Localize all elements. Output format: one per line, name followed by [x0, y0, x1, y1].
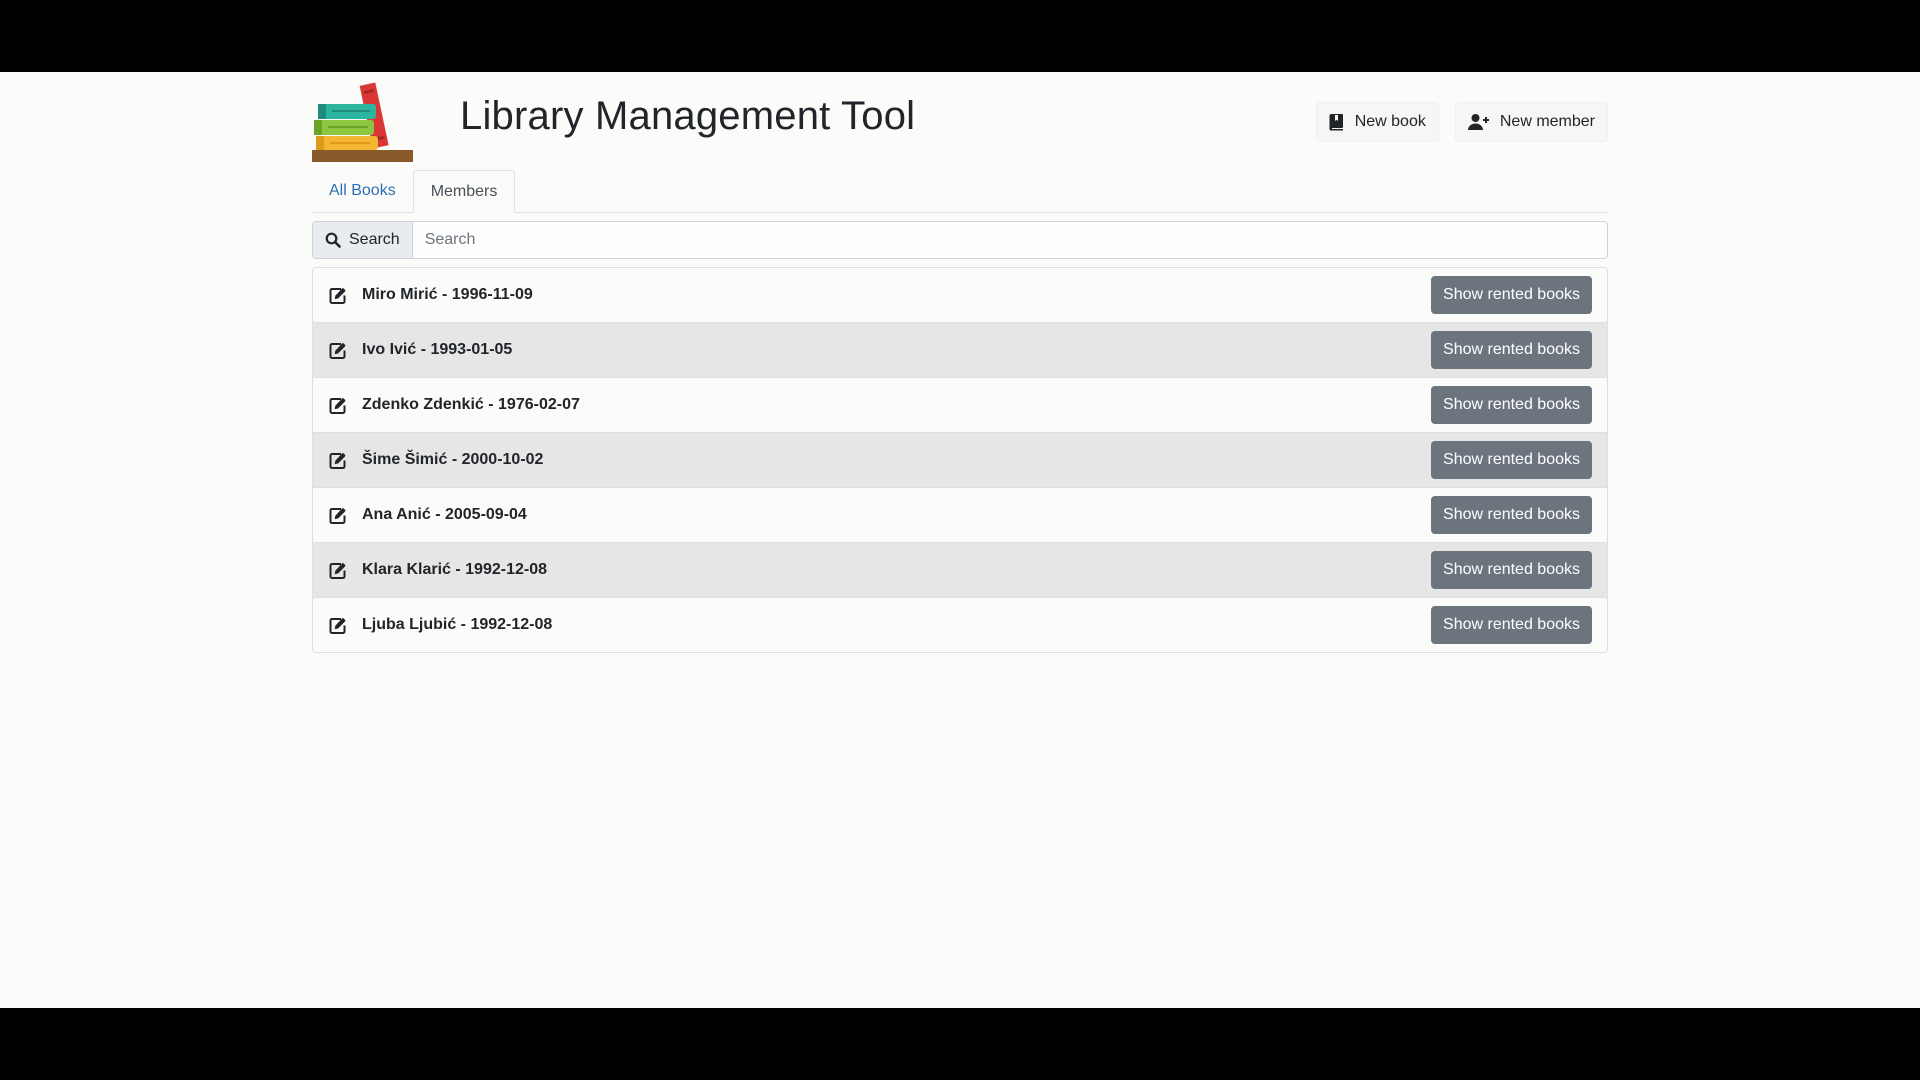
show-rented-books-button[interactable]: Show rented books [1431, 276, 1592, 314]
edit-icon[interactable] [329, 506, 347, 524]
header: Library Management Tool New book New mem… [312, 72, 1608, 168]
edit-icon[interactable] [329, 451, 347, 469]
member-name: Zdenko Zdenkić - 1976-02-07 [362, 396, 580, 413]
members-list: Miro Mirić - 1996-11-09 Show rented book… [312, 267, 1608, 653]
new-member-label: New member [1499, 113, 1595, 130]
page-title: Library Management Tool [460, 94, 916, 138]
search-button-label: Search [349, 231, 400, 248]
edit-icon[interactable] [329, 341, 347, 359]
search-input[interactable] [412, 221, 1608, 259]
member-name: Šime Šimić - 2000-10-02 [362, 451, 544, 468]
show-rented-books-button[interactable]: Show rented books [1431, 496, 1592, 534]
edit-icon[interactable] [329, 286, 347, 304]
search-button[interactable]: Search [312, 221, 413, 259]
member-name: Klara Klarić - 1992-12-08 [362, 561, 547, 578]
user-plus-icon [1467, 114, 1489, 130]
show-rented-books-button[interactable]: Show rented books [1431, 606, 1592, 644]
member-name: Ljuba Ljubić - 1992-12-08 [362, 616, 553, 633]
tab-bar: All Books Members [312, 170, 1608, 213]
book-icon [1329, 114, 1343, 131]
header-actions: New book New member [1315, 102, 1608, 142]
show-rented-books-button[interactable]: Show rented books [1431, 551, 1592, 589]
edit-icon[interactable] [329, 616, 347, 634]
new-book-label: New book [1354, 113, 1426, 130]
top-letterbox [0, 0, 1920, 72]
edit-icon[interactable] [329, 396, 347, 414]
tab-members[interactable]: Members [412, 170, 516, 213]
search-icon [325, 232, 341, 248]
show-rented-books-button[interactable]: Show rented books [1431, 331, 1592, 369]
list-item: Klara Klarić - 1992-12-08 Show rented bo… [313, 543, 1607, 598]
list-item: Ivo Ivić - 1993-01-05 Show rented books [313, 323, 1607, 378]
new-member-button[interactable]: New member [1454, 102, 1608, 142]
app-viewport: Library Management Tool New book New mem… [0, 72, 1920, 1008]
list-item: Ana Anić - 2005-09-04 Show rented books [313, 488, 1607, 543]
bottom-letterbox [0, 1008, 1920, 1080]
new-book-button[interactable]: New book [1315, 102, 1439, 142]
search-bar: Search [312, 221, 1608, 259]
member-name: Ivo Ivić - 1993-01-05 [362, 341, 513, 358]
tab-all-books[interactable]: All Books [312, 170, 413, 211]
show-rented-books-button[interactable]: Show rented books [1431, 386, 1592, 424]
list-item: Miro Mirić - 1996-11-09 Show rented book… [313, 268, 1607, 323]
main-container: Library Management Tool New book New mem… [312, 72, 1608, 653]
edit-icon[interactable] [329, 561, 347, 579]
show-rented-books-button[interactable]: Show rented books [1431, 441, 1592, 479]
list-item: Šime Šimić - 2000-10-02 Show rented book… [313, 433, 1607, 488]
list-item: Zdenko Zdenkić - 1976-02-07 Show rented … [313, 378, 1607, 433]
list-item: Ljuba Ljubić - 1992-12-08 Show rented bo… [313, 598, 1607, 652]
books-stack-logo [312, 82, 413, 162]
member-name: Miro Mirić - 1996-11-09 [362, 286, 533, 303]
member-name: Ana Anić - 2005-09-04 [362, 506, 527, 523]
